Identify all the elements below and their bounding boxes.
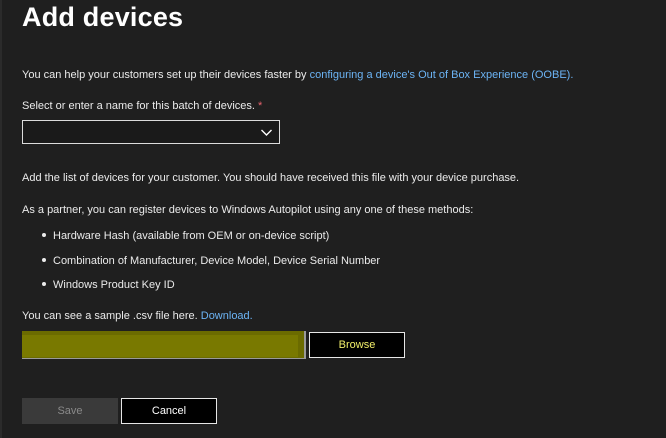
method-item: Combination of Manufacturer, Device Mode… [42, 255, 380, 267]
left-edge-border [0, 0, 2, 438]
bullet-icon [42, 258, 46, 263]
bullet-icon [42, 282, 46, 287]
file-path-value [22, 335, 298, 357]
method-item-label: Windows Product Key ID [53, 279, 175, 291]
page-title: Add devices [22, 2, 184, 32]
batch-field-label: Select or enter a name for this batch of… [22, 100, 262, 112]
batch-label-text: Select or enter a name for this batch of… [22, 100, 259, 112]
download-link[interactable]: Download. [201, 310, 253, 322]
chevron-down-icon [261, 129, 272, 136]
file-path-field[interactable] [22, 331, 306, 359]
required-marker: * [258, 100, 263, 112]
sample-label: You can see a sample .csv file here. [22, 310, 201, 322]
bullet-icon [42, 233, 46, 238]
add-list-text: Add the list of devices for your custome… [22, 172, 520, 184]
browse-button[interactable]: Browse [309, 332, 405, 358]
sample-text: You can see a sample .csv file here. Dow… [22, 310, 253, 322]
intro-label: You can help your customers set up their… [22, 69, 310, 81]
cancel-button[interactable]: Cancel [121, 398, 217, 424]
batch-name-select[interactable] [22, 120, 280, 144]
intro-text: You can help your customers set up their… [22, 69, 573, 81]
save-button[interactable]: Save [22, 398, 118, 424]
methods-intro-text: As a partner, you can register devices t… [22, 204, 474, 216]
method-item-label: Combination of Manufacturer, Device Mode… [53, 255, 381, 267]
method-item: Hardware Hash (available from OEM or on-… [42, 230, 329, 242]
oobe-link[interactable]: configuring a device's Out of Box Experi… [310, 69, 574, 81]
method-item: Windows Product Key ID [42, 279, 175, 291]
method-item-label: Hardware Hash (available from OEM or on-… [53, 230, 330, 242]
